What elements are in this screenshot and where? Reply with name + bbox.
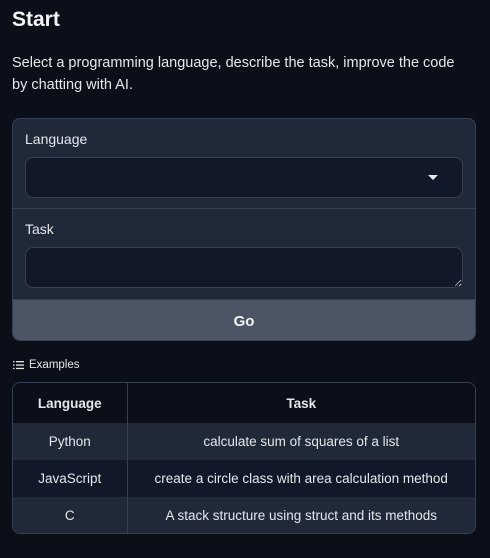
row-task: calculate sum of squares of a list bbox=[203, 434, 400, 449]
task-label: Task bbox=[25, 221, 54, 237]
language-label: Language bbox=[25, 131, 88, 147]
examples-table: Language Task Python calculate sum of sq… bbox=[12, 382, 476, 534]
table-row[interactable]: JavaScript create a circle class with ar… bbox=[13, 460, 475, 497]
list-icon bbox=[13, 361, 24, 370]
examples-header: Examples bbox=[13, 358, 80, 372]
table-row[interactable]: C A stack structure using struct and its… bbox=[13, 497, 475, 533]
page: Start Select a programming language, des… bbox=[0, 0, 490, 558]
go-button[interactable]: Go bbox=[13, 299, 475, 340]
column-header-task: Task bbox=[127, 383, 475, 423]
row-task: A stack structure using struct and its m… bbox=[165, 508, 438, 523]
examples-label: Examples bbox=[29, 359, 80, 371]
task-section: Task bbox=[13, 209, 475, 299]
page-description: Select a programming language, describe … bbox=[12, 55, 455, 93]
chevron-down-icon bbox=[428, 175, 438, 180]
page-title: Start bbox=[12, 8, 60, 31]
row-language: JavaScript bbox=[13, 460, 128, 497]
column-header-language: Language bbox=[13, 383, 128, 423]
input-form: Language Task Go bbox=[12, 118, 476, 341]
language-section: Language bbox=[13, 119, 475, 209]
table-row[interactable]: Python calculate sum of squares of a lis… bbox=[13, 423, 475, 460]
row-task: create a circle class with area calculat… bbox=[154, 471, 448, 486]
table-header-row: Language Task bbox=[13, 383, 475, 423]
task-input[interactable] bbox=[25, 247, 463, 288]
language-dropdown[interactable] bbox=[25, 157, 463, 198]
row-language: C bbox=[13, 497, 128, 533]
row-language: Python bbox=[13, 423, 128, 460]
